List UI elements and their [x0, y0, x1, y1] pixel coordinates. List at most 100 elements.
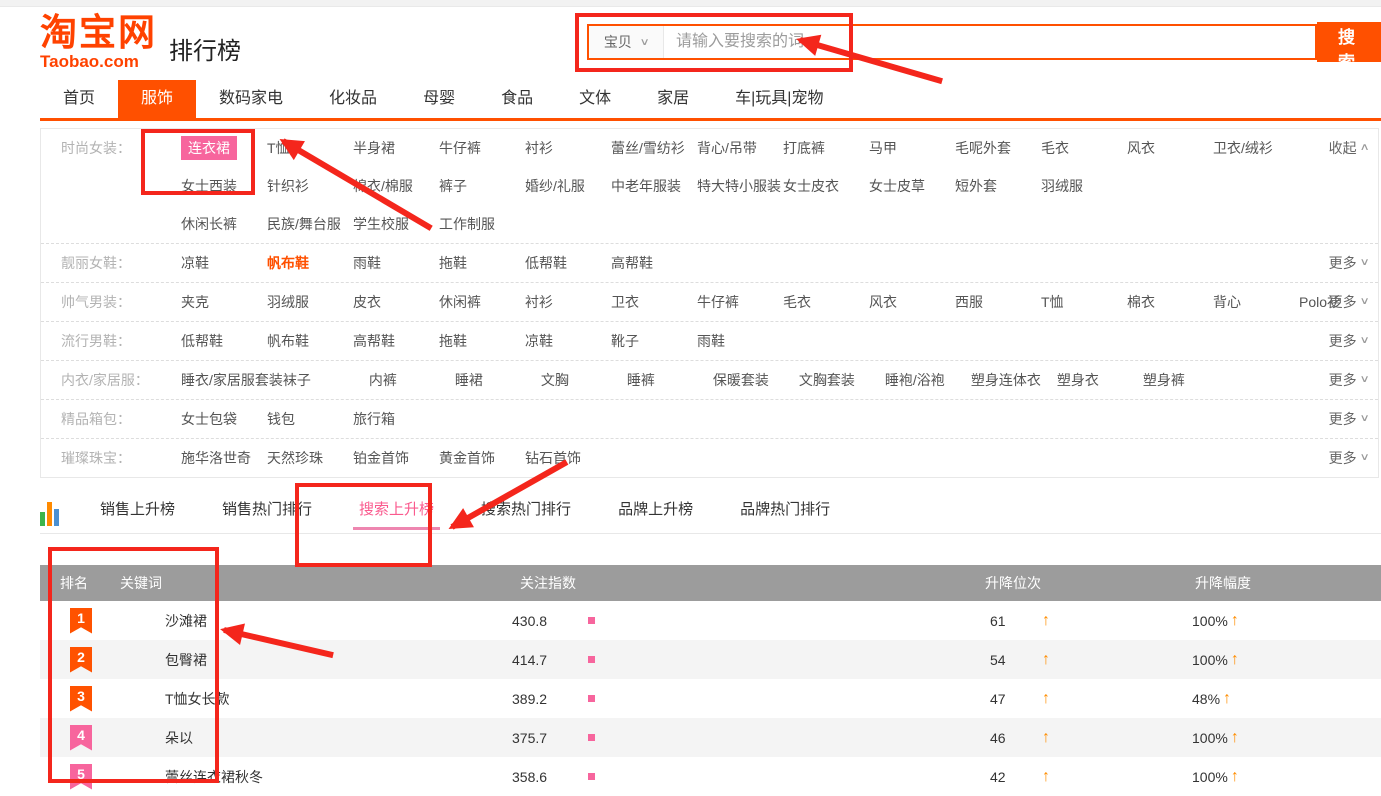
table-row[interactable]: 2包臀裙414.754↑100%↑	[40, 640, 1381, 679]
category-item[interactable]: 文胸	[541, 370, 627, 390]
nav-tab[interactable]: 数码家电	[196, 80, 306, 118]
category-item[interactable]: 文胸套装	[799, 370, 885, 390]
category-item[interactable]: 女士西装	[181, 176, 267, 196]
nav-tab[interactable]: 化妆品	[306, 80, 400, 118]
keyword-cell[interactable]: 沙滩裙	[105, 613, 207, 629]
category-item[interactable]: 棉衣	[1127, 292, 1213, 312]
category-item[interactable]: 休闲裤	[439, 292, 525, 312]
table-row[interactable]: 3T恤女长款389.247↑48%↑	[40, 679, 1381, 718]
category-item[interactable]: 内裤	[369, 370, 455, 390]
category-item[interactable]: T恤	[1041, 292, 1127, 312]
category-item[interactable]: 靴子	[611, 331, 697, 351]
category-item[interactable]: 天然珍珠	[267, 448, 353, 468]
category-item[interactable]: 铂金首饰	[353, 448, 439, 468]
nav-tab[interactable]: 车|玩具|宠物	[712, 80, 846, 118]
category-item[interactable]: 连衣裙	[181, 136, 267, 160]
category-item[interactable]: 钱包	[267, 409, 353, 429]
category-item[interactable]: 风衣	[869, 292, 955, 312]
category-item[interactable]: 背心	[1213, 292, 1299, 312]
category-item[interactable]: 睡裤	[627, 370, 713, 390]
category-item[interactable]: 高帮鞋	[353, 331, 439, 351]
category-item[interactable]: 背心/吊带	[697, 138, 783, 158]
category-item[interactable]: 低帮鞋	[181, 331, 267, 351]
category-item[interactable]: 旅行箱	[353, 409, 439, 429]
category-item[interactable]: 帆布鞋	[267, 331, 353, 351]
category-item[interactable]: 蕾丝/雪纺衫	[611, 138, 697, 158]
category-item[interactable]: 羽绒服	[267, 292, 353, 312]
rank-tab[interactable]: 搜索热门排行	[481, 492, 571, 534]
category-item[interactable]: 高帮鞋	[611, 253, 697, 273]
nav-tab[interactable]: 首页	[40, 80, 118, 118]
category-item[interactable]: 针织衫	[267, 176, 353, 196]
category-item[interactable]: 衬衫	[525, 138, 611, 158]
rank-tab[interactable]: 销售热门排行	[222, 492, 312, 534]
rank-tab[interactable]: 搜索上升榜	[359, 492, 434, 534]
category-item[interactable]: 特大特小服装	[697, 176, 783, 196]
category-item[interactable]: 保暖套装	[713, 370, 799, 390]
category-item[interactable]: 夹克	[181, 292, 267, 312]
category-item[interactable]: 牛仔裤	[697, 292, 783, 312]
category-item[interactable]: 塑身衣	[1057, 370, 1143, 390]
category-item[interactable]: 裤子	[439, 176, 525, 196]
category-item[interactable]: 工作制服	[439, 214, 525, 234]
category-item[interactable]: 皮衣	[353, 292, 439, 312]
category-item[interactable]: 睡裙	[455, 370, 541, 390]
category-item[interactable]: 羽绒服	[1041, 176, 1127, 196]
category-item[interactable]: 毛呢外套	[955, 138, 1041, 158]
more-button[interactable]: 更多∨	[1329, 439, 1368, 477]
keyword-cell[interactable]: T恤女长款	[105, 691, 230, 707]
category-item[interactable]: 卫衣	[611, 292, 697, 312]
nav-tab[interactable]: 家居	[634, 80, 712, 118]
nav-tab[interactable]: 母婴	[400, 80, 478, 118]
category-item[interactable]: 黄金首饰	[439, 448, 525, 468]
category-item[interactable]: 袜子	[283, 370, 369, 390]
table-row[interactable]: 4朵以375.746↑100%↑	[40, 718, 1381, 757]
category-item[interactable]: 毛衣	[1041, 138, 1127, 158]
search-input[interactable]	[664, 26, 1315, 58]
category-item[interactable]: 钻石首饰	[525, 448, 611, 468]
table-row[interactable]: 5蕾丝连衣裙秋冬358.642↑100%↑	[40, 757, 1381, 796]
rank-tab[interactable]: 品牌热门排行	[740, 492, 830, 534]
category-item[interactable]: 婚纱/礼服	[525, 176, 611, 196]
more-button[interactable]: 更多∨	[1329, 400, 1368, 438]
category-item[interactable]: 塑身裤	[1143, 370, 1229, 390]
category-item[interactable]: 学生校服	[353, 214, 439, 234]
category-item[interactable]: 女士皮衣	[783, 176, 869, 196]
category-item[interactable]: 牛仔裤	[439, 138, 525, 158]
category-item[interactable]: 西服	[955, 292, 1041, 312]
category-item[interactable]: 塑身连体衣	[971, 370, 1057, 390]
category-item[interactable]: 女士包袋	[181, 409, 267, 429]
nav-tab[interactable]: 食品	[478, 80, 556, 118]
category-item[interactable]: 拖鞋	[439, 253, 525, 273]
keyword-cell[interactable]: 包臀裙	[105, 652, 207, 668]
category-item[interactable]: 短外套	[955, 176, 1041, 196]
table-row[interactable]: 1沙滩裙430.861↑100%↑	[40, 601, 1381, 640]
category-item[interactable]: 中老年服装	[611, 176, 697, 196]
category-item[interactable]: 休闲长裤	[181, 214, 267, 234]
category-item[interactable]: 凉鞋	[525, 331, 611, 351]
more-button[interactable]: 更多∨	[1329, 322, 1368, 360]
taobao-logo[interactable]: 淘宝网 Taobao.com	[40, 14, 157, 70]
category-item[interactable]: 女士皮草	[869, 176, 955, 196]
rank-tab[interactable]: 品牌上升榜	[618, 492, 693, 534]
category-item[interactable]: T恤	[267, 138, 353, 158]
category-item[interactable]: 毛衣	[783, 292, 869, 312]
nav-tab[interactable]: 服饰	[118, 80, 196, 118]
keyword-cell[interactable]: 蕾丝连衣裙秋冬	[105, 769, 263, 785]
keyword-cell[interactable]: 朵以	[105, 730, 193, 746]
collapse-button[interactable]: 收起∧	[1329, 129, 1368, 167]
category-item[interactable]: 风衣	[1127, 138, 1213, 158]
nav-tab[interactable]: 文体	[556, 80, 634, 118]
category-item[interactable]: 低帮鞋	[525, 253, 611, 273]
category-item[interactable]: 棉衣/棉服	[353, 176, 439, 196]
category-item[interactable]: 衬衫	[525, 292, 611, 312]
category-item[interactable]: 帆布鞋	[267, 253, 353, 273]
search-button[interactable]: 搜 索	[1317, 22, 1381, 62]
category-item[interactable]: 半身裙	[353, 138, 439, 158]
category-item[interactable]: 打底裤	[783, 138, 869, 158]
category-item[interactable]: 民族/舞台服	[267, 214, 353, 234]
category-item[interactable]: 睡衣/家居服套装	[181, 370, 283, 390]
category-item[interactable]: 拖鞋	[439, 331, 525, 351]
more-button[interactable]: 更多∨	[1329, 283, 1368, 321]
category-item[interactable]: 马甲	[869, 138, 955, 158]
